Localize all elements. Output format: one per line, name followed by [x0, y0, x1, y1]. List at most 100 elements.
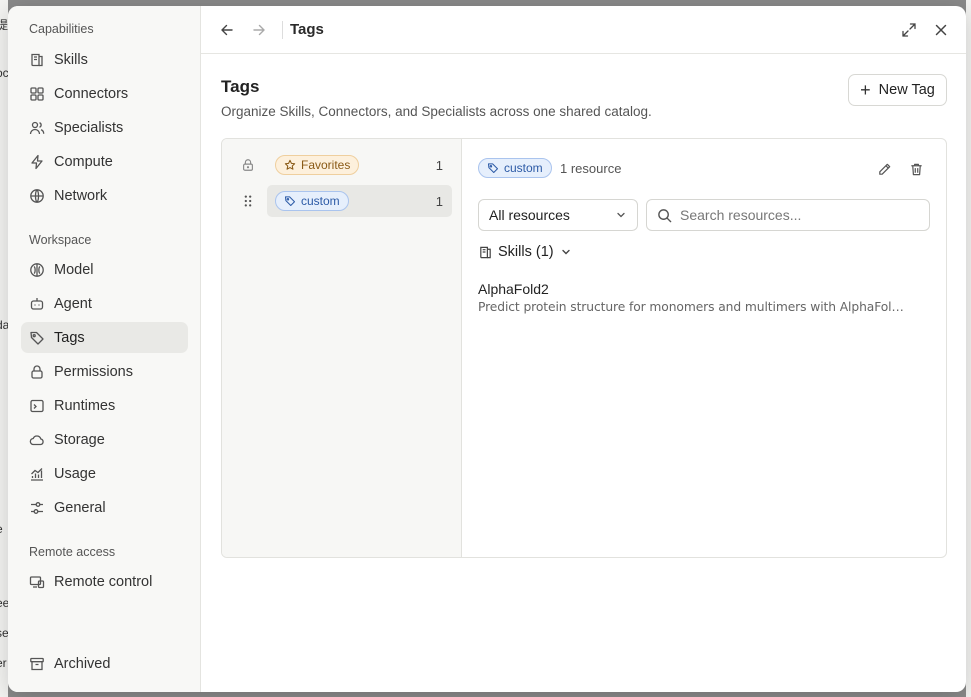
tag-label: custom — [504, 161, 543, 175]
edit-tag-button[interactable] — [874, 159, 894, 179]
connectors-icon — [29, 86, 45, 102]
globe-icon — [29, 188, 45, 204]
section-label-remote-access: Remote access — [29, 545, 116, 559]
topbar-title: Tags — [290, 21, 324, 38]
lock-icon — [239, 156, 257, 174]
background-text: da — [0, 318, 8, 332]
sidebar-item-label: Agent — [54, 295, 92, 312]
bolt-icon — [29, 154, 45, 170]
sidebar-item-label: Specialists — [54, 119, 124, 136]
background-text: oc — [0, 66, 8, 80]
sidebar-item-permissions[interactable]: Permissions — [21, 356, 188, 387]
sidebar-item-label: Archived — [54, 655, 111, 672]
sidebar-item-compute[interactable]: Compute — [21, 146, 188, 177]
tag-icon — [29, 330, 45, 346]
search-icon — [658, 208, 672, 222]
search-input[interactable] — [680, 207, 920, 223]
filter-value: All resources — [489, 207, 570, 223]
new-tag-button[interactable]: + New Tag — [848, 74, 947, 106]
sidebar-item-label: Runtimes — [54, 397, 116, 414]
tag-icon — [284, 196, 296, 207]
drag-handle-icon[interactable] — [239, 192, 257, 210]
main-content: Tags Tags Organize Skills, Connectors, a… — [201, 6, 966, 692]
background-app-left: 提 oc da t e ee se er — [0, 0, 8, 697]
arrow-left-icon — [221, 24, 233, 36]
tags-panel: Favorites 1 custom 1 custom 1 resource A… — [221, 138, 947, 558]
tag-label: Favorites — [301, 158, 351, 172]
sidebar-item-storage[interactable]: Storage — [21, 424, 188, 455]
sidebar-item-label: Connectors — [54, 85, 129, 102]
sidebar-item-skills[interactable]: Skills — [21, 44, 188, 75]
resource-count: 1 resource — [560, 161, 622, 176]
skills-icon — [29, 52, 45, 68]
sidebar-item-label: Model — [54, 261, 94, 278]
selected-tag-chip: custom — [478, 158, 552, 178]
resource-search[interactable] — [646, 199, 930, 231]
delete-tag-button[interactable] — [906, 159, 926, 179]
tag-label: custom — [301, 194, 340, 208]
tag-detail: custom 1 resource All resources Search r… — [462, 139, 946, 557]
background-app-right — [966, 0, 971, 697]
sidebar-item-connectors[interactable]: Connectors — [21, 78, 188, 109]
close-icon — [935, 24, 947, 36]
section-label-workspace: Workspace — [29, 233, 92, 247]
sidebar-item-general[interactable]: General — [21, 492, 188, 523]
trash-icon — [910, 163, 922, 175]
section-label-capabilities: Capabilities — [29, 22, 94, 36]
chart-icon — [29, 466, 45, 482]
agent-icon — [29, 296, 45, 312]
back-button[interactable] — [216, 19, 238, 41]
new-tag-label: New Tag — [878, 82, 935, 98]
tag-chip-custom: custom — [275, 191, 349, 211]
close-button[interactable] — [930, 19, 952, 41]
background-text: ee — [0, 596, 8, 610]
sidebar-item-agent[interactable]: Agent — [21, 288, 188, 319]
sidebar-item-network[interactable]: Network — [21, 180, 188, 211]
chevron-down-icon — [617, 212, 625, 218]
expand-icon — [902, 23, 916, 37]
sliders-icon — [29, 500, 45, 516]
sidebar-item-label: Tags — [54, 329, 85, 346]
archive-icon — [29, 656, 45, 672]
sidebar-item-remote-control[interactable]: Remote control — [21, 566, 188, 597]
tag-list: Favorites 1 custom 1 — [222, 139, 462, 557]
expand-button[interactable] — [898, 19, 920, 41]
sidebar-item-runtimes[interactable]: Runtimes — [21, 390, 188, 421]
sidebar-item-label: General — [54, 499, 106, 516]
resource-filter-select[interactable]: All resources — [478, 199, 638, 231]
sidebar-item-label: Compute — [54, 153, 113, 170]
settings-sidebar: Capabilities Skills Connectors Specialis… — [8, 6, 201, 692]
tag-row-custom[interactable]: custom 1 — [267, 185, 452, 217]
top-bar: Tags — [201, 6, 966, 54]
sidebar-item-label: Skills — [54, 51, 88, 68]
skills-group-toggle[interactable]: Skills (1) — [478, 244, 572, 260]
resource-name[interactable]: AlphaFold2 — [478, 281, 549, 297]
page-subtitle: Organize Skills, Connectors, and Special… — [221, 104, 652, 119]
sidebar-item-model[interactable]: Model — [21, 254, 188, 285]
settings-modal: Capabilities Skills Connectors Specialis… — [8, 6, 966, 692]
background-text: e — [0, 522, 3, 536]
tag-count: 1 — [435, 193, 443, 209]
tag-row-favorites[interactable]: Favorites 1 — [267, 149, 452, 181]
specialists-icon — [29, 120, 45, 136]
tag-count: 1 — [435, 157, 443, 173]
toolbar-divider — [282, 21, 283, 39]
sidebar-item-label: Usage — [54, 465, 96, 482]
tag-icon — [487, 163, 499, 174]
sidebar-item-archived[interactable]: Archived — [21, 648, 188, 679]
plus-icon: + — [860, 80, 871, 100]
skills-icon — [480, 246, 491, 258]
forward-button[interactable] — [248, 19, 270, 41]
terminal-icon — [29, 398, 45, 414]
cloud-icon — [29, 432, 45, 448]
remote-icon — [29, 574, 45, 590]
sidebar-item-tags[interactable]: Tags — [21, 322, 188, 353]
sidebar-item-specialists[interactable]: Specialists — [21, 112, 188, 143]
sidebar-item-label: Remote control — [54, 573, 153, 590]
star-icon — [284, 159, 296, 170]
background-text: 提 — [0, 18, 8, 32]
page-title: Tags — [221, 77, 260, 96]
sidebar-item-usage[interactable]: Usage — [21, 458, 188, 489]
model-icon — [29, 262, 45, 278]
sidebar-item-label: Permissions — [54, 363, 133, 380]
